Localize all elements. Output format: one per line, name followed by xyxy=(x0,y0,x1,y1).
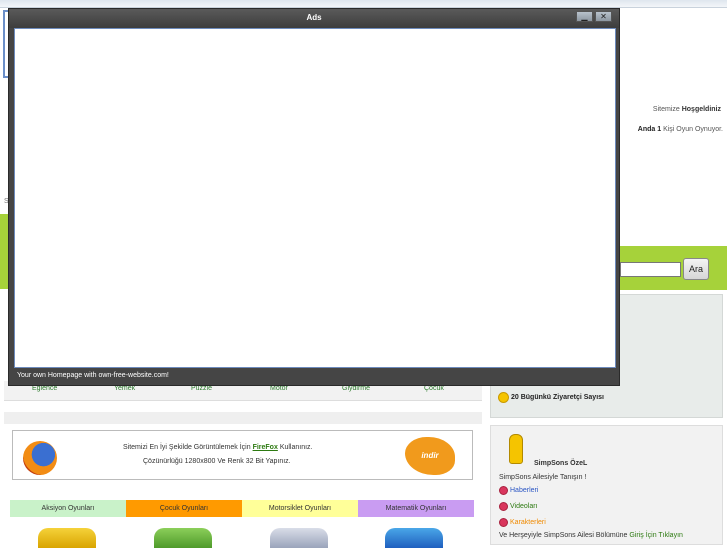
firefox-notice: Sitemizi En İyi Şekilde Görüntülemek İçi… xyxy=(12,430,473,480)
firefox-logo-icon[interactable] xyxy=(23,441,57,475)
simpsons-footer-text: Ve Herşeyiyle SimpSons Ailesi Bölümüne xyxy=(499,532,628,539)
simpsons-link-characters-label[interactable]: Karakterleri xyxy=(510,519,546,526)
browser-top-strip xyxy=(0,0,727,8)
welcome-bold: Hoşgeldiniz xyxy=(681,106,721,113)
ads-footer-text[interactable]: Your own Homepage with own-free-website.… xyxy=(17,372,169,379)
tab-matematik[interactable]: Matematik Oyunları xyxy=(358,500,474,517)
simpsons-character-icon xyxy=(509,434,523,464)
ads-titlebar[interactable]: Ads ▁ ✕ xyxy=(9,9,619,28)
welcome-text: Sitemize Hoşgeldiniz xyxy=(653,106,721,113)
game-thumbnail[interactable] xyxy=(38,528,96,548)
simpsons-title: SimpSons ÖzeL xyxy=(534,460,588,467)
game-thumbnail[interactable] xyxy=(270,528,328,548)
online-players-text: Anda 1 Kişi Oyun Oynuyor. xyxy=(638,126,723,133)
ads-title: Ads xyxy=(306,13,322,22)
simpsons-subtitle: SimpSons Ailesiyle Tanışın ! xyxy=(499,474,587,481)
simpsons-link-news-label[interactable]: Haberleri xyxy=(510,487,538,494)
firefox-notice-line2: Çözünürlüğü 1280x800 Ve Renk 32 Bit Yapı… xyxy=(143,458,291,465)
ads-dialog: Ads ▁ ✕ Your own Homepage with own-free-… xyxy=(8,8,620,386)
bullet-icon xyxy=(499,502,508,511)
category-puzzle[interactable]: Puzzle xyxy=(191,385,212,392)
firefox-link[interactable]: FireFox xyxy=(253,444,278,451)
online-suffix: Kişi Oyun Oynuyor. xyxy=(663,126,723,133)
download-splash-button[interactable]: indir xyxy=(405,437,455,475)
simpsons-link-videos[interactable]: Videoları xyxy=(499,502,538,511)
visitor-count: 20 Bügünkü Ziyaretçi Sayısı xyxy=(498,392,604,403)
simpsons-link-characters[interactable]: Karakterleri xyxy=(499,518,546,527)
category-eglence[interactable]: Eğlence xyxy=(32,385,57,392)
bullet-icon xyxy=(499,518,508,527)
category-yemek[interactable]: Yemek xyxy=(114,385,135,392)
category-cocuk[interactable]: Çocuk xyxy=(424,385,444,392)
firefox-line1-before: Sitemizi En İyi Şekilde Görüntülemek İçi… xyxy=(123,444,251,451)
bullet-icon xyxy=(499,486,508,495)
category-giydirme[interactable]: Giydirme xyxy=(342,385,370,392)
game-category-tabs: Aksiyon Oyunları Çocuk Oyunları Motorsik… xyxy=(10,500,474,517)
game-thumbnail[interactable] xyxy=(154,528,212,548)
visitor-count-text: 20 Bügünkü Ziyaretçi Sayısı xyxy=(511,394,604,401)
simpsons-panel: SimpSons ÖzeL SimpSons Ailesiyle Tanışın… xyxy=(490,425,723,545)
search-input[interactable] xyxy=(620,262,681,277)
welcome-prefix: Sitemize xyxy=(652,106,680,113)
firefox-notice-line1: Sitemizi En İyi Şekilde Görüntülemek İçi… xyxy=(123,444,313,451)
simpsons-link-videos-label[interactable]: Videoları xyxy=(510,503,538,510)
tab-motorsiklet[interactable]: Motorsiklet Oyunları xyxy=(242,500,358,517)
simpsons-enter-link[interactable]: Giriş İçin Tıklayın xyxy=(629,532,683,539)
close-icon[interactable]: ✕ xyxy=(595,11,612,22)
search-button[interactable]: Ara xyxy=(683,258,709,280)
online-count: Anda 1 xyxy=(637,126,662,133)
game-thumbnail[interactable] xyxy=(385,528,443,548)
smiley-icon xyxy=(498,392,509,403)
content-divider xyxy=(4,412,482,424)
category-motor[interactable]: Motor xyxy=(270,385,288,392)
simpsons-link-news[interactable]: Haberleri xyxy=(499,486,538,495)
simpsons-footer: Ve Herşeyiyle SimpSons Ailesi Bölümüne G… xyxy=(499,532,683,539)
firefox-line1-after: Kullanınız. xyxy=(279,444,313,451)
ads-content-frame[interactable] xyxy=(14,28,616,368)
tab-cocuk[interactable]: Çocuk Oyunları xyxy=(126,500,242,517)
minimize-icon[interactable]: ▁ xyxy=(576,11,593,22)
tab-aksiyon[interactable]: Aksiyon Oyunları xyxy=(10,500,126,517)
